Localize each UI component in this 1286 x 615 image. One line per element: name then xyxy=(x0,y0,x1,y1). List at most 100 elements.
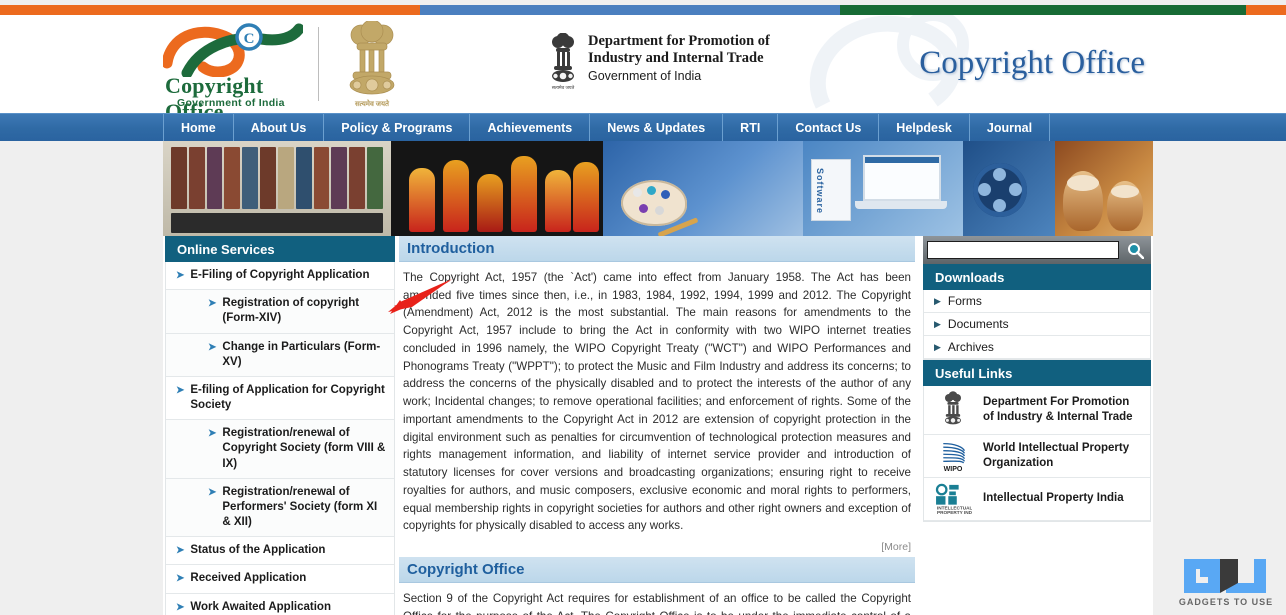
sidebar-item-status-of-application[interactable]: ➤ Status of the Application xyxy=(166,537,394,566)
ip-india-logo-icon: INTELLECTUAL PROPERTY INDIA xyxy=(932,483,974,515)
useful-link-ip-india[interactable]: INTELLECTUAL PROPERTY INDIA Intellectual… xyxy=(924,478,1150,521)
useful-link-label: Intellectual Property India xyxy=(983,492,1124,505)
chevron-right-icon: ▶ xyxy=(934,341,941,352)
svg-text:WIPO: WIPO xyxy=(944,466,963,472)
useful-links-title: Useful Links xyxy=(923,360,1151,386)
svg-text:C: C xyxy=(244,31,255,47)
nav-item-policy[interactable]: Policy & Programs xyxy=(324,114,471,142)
arrow-icon: ➤ xyxy=(176,270,185,281)
online-services-list: ➤ E-Filing of Copyright Application ➤ Re… xyxy=(165,262,395,615)
banner-art-palette-image xyxy=(603,141,803,236)
header-divider xyxy=(318,27,319,101)
copyright-office-body: Section 9 of the Copyright Act requires … xyxy=(403,592,911,615)
stripe-saffron xyxy=(0,5,420,15)
nav-item-rti[interactable]: RTI xyxy=(723,114,779,142)
nav-item-helpdesk[interactable]: Helpdesk xyxy=(879,114,970,142)
arrow-icon: ➤ xyxy=(176,601,185,613)
dpiit-line-3: Government of India xyxy=(588,69,702,83)
right-sidebar: Downloads ▶ Forms ▶ Documents ▶ Archives xyxy=(923,236,1151,615)
useful-link-label: Department For Promotion of Industry & I… xyxy=(983,395,1133,423)
downloads-item-label: Forms xyxy=(947,294,982,308)
nav-list: Home About Us Policy & Programs Achievem… xyxy=(163,114,1051,142)
arrow-icon: ➤ xyxy=(208,428,217,440)
online-services-panel: Online Services ➤ E-Filing of Copyright … xyxy=(165,236,395,615)
nav-item-contact-us[interactable]: Contact Us xyxy=(778,114,880,142)
sidebar-item-efiling-copyright-application[interactable]: ➤ E-Filing of Copyright Application xyxy=(166,262,394,291)
useful-link-label: World Intellectual Property Organization xyxy=(983,441,1130,469)
banner-tabla-image xyxy=(1055,141,1153,236)
page-root: C Copyright Office Government of India स… xyxy=(0,0,1286,615)
nav-item-journal[interactable]: Journal xyxy=(970,114,1051,142)
search-input[interactable] xyxy=(927,241,1119,259)
downloads-title: Downloads xyxy=(923,264,1151,290)
sidebar-item-label: Work Awaited Application xyxy=(190,600,331,613)
downloads-item-forms[interactable]: ▶ Forms xyxy=(924,290,1150,313)
sidebar-item-label: Registration/renewal of Performers' Soci… xyxy=(222,485,378,529)
search-bar xyxy=(923,236,1151,264)
content-wrapper: Software Online Services ➤ E-Filing of C… xyxy=(163,141,1153,615)
sidebar-item-label: Registration of copyright (Form-XIV) xyxy=(222,297,360,325)
search-button[interactable] xyxy=(1123,239,1147,261)
svg-text:सत्यमेव जयते: सत्यमेव जयते xyxy=(552,84,575,90)
banner-software-image: Software xyxy=(803,141,963,236)
sidebar-item-label: Status of the Application xyxy=(190,544,326,557)
copyright-swoosh-icon: C xyxy=(163,23,303,77)
stripe-saffron-right xyxy=(1246,5,1286,15)
downloads-item-label: Archives xyxy=(947,340,994,354)
emblem-motto: सत्यमेव जयते xyxy=(354,101,390,108)
sidebar-item-work-awaited-application[interactable]: ➤ Work Awaited Application xyxy=(166,593,394,615)
main-navigation: Home About Us Policy & Programs Achievem… xyxy=(0,113,1286,142)
useful-link-wipo[interactable]: WIPO World Intellectual Property Organiz… xyxy=(924,435,1150,478)
main-content: Introduction The Copyright Act, 1957 (th… xyxy=(399,236,915,615)
downloads-item-label: Documents xyxy=(947,317,1009,331)
arrow-icon: ➤ xyxy=(208,298,217,310)
useful-links-list: Department For Promotion of Industry & I… xyxy=(923,386,1151,522)
sidebar-item-received-application[interactable]: ➤ Received Application xyxy=(166,565,394,594)
copyright-office-logo[interactable]: C Copyright Office Government of India xyxy=(163,23,313,113)
nav-item-home[interactable]: Home xyxy=(163,114,234,142)
logo-subtitle: Government of India xyxy=(177,97,285,109)
watermark-label: GADGETS TO USE xyxy=(1178,597,1274,607)
chevron-right-icon: ▶ xyxy=(934,318,941,329)
downloads-item-documents[interactable]: ▶ Documents xyxy=(924,313,1150,336)
online-services-title: Online Services xyxy=(165,236,395,262)
useful-link-dpiit[interactable]: Department For Promotion of Industry & I… xyxy=(924,386,1150,435)
copyright-office-heading: Copyright Office xyxy=(399,557,915,584)
gtu-logo-icon xyxy=(1184,559,1266,593)
sidebar-item-efiling-copyright-society[interactable]: ➤ E-filing of Application for Copyright … xyxy=(166,376,394,421)
gadgets-to-use-watermark: GADGETS TO USE xyxy=(1174,553,1278,609)
dpiit-line-1: Department for Promotion of xyxy=(588,33,770,49)
sidebar-item-label: E-Filing of Copyright Application xyxy=(190,269,370,281)
nav-item-achievements[interactable]: Achievements xyxy=(470,114,591,142)
dpiit-line-2: Industry and Internal Trade xyxy=(588,50,764,66)
sidebar-item-registration-renewal-copyright-society[interactable]: ➤ Registration/renewal of Copyright Soci… xyxy=(166,420,394,479)
chevron-right-icon: ▶ xyxy=(934,295,941,306)
search-icon xyxy=(1127,242,1144,259)
stripe-blue xyxy=(420,5,840,15)
ashoka-emblem-gold-icon: सत्यमेव जयते xyxy=(333,19,411,109)
sidebar-item-label: Change in Particulars (Form-XV) xyxy=(222,340,381,368)
sidebar-item-label: E-filing of Application for Copyright So… xyxy=(190,383,385,412)
downloads-item-archives[interactable]: ▶ Archives xyxy=(924,336,1150,359)
banner-books-image xyxy=(163,141,391,236)
nav-item-news[interactable]: News & Updates xyxy=(590,114,724,142)
svg-text:PROPERTY INDIA: PROPERTY INDIA xyxy=(937,510,972,515)
hero-banner: Software xyxy=(163,141,1153,236)
arrow-icon: ➤ xyxy=(208,341,217,353)
arrow-icon: ➤ xyxy=(176,545,185,557)
nav-item-about-us[interactable]: About Us xyxy=(234,114,325,142)
sidebar-item-registration-renewal-performers-society[interactable]: ➤ Registration/renewal of Performers' So… xyxy=(166,478,394,538)
sidebar-item-label: Registration/renewal of Copyright Societ… xyxy=(222,427,386,470)
arrow-icon: ➤ xyxy=(176,573,185,585)
more-link[interactable]: [More] xyxy=(399,539,915,557)
sidebar-item-label: Received Application xyxy=(190,572,307,585)
wipo-logo-icon: WIPO xyxy=(932,440,974,472)
banner-film-reel-image xyxy=(963,141,1055,236)
stripe-green xyxy=(840,5,1246,15)
downloads-list: ▶ Forms ▶ Documents ▶ Archives xyxy=(923,290,1151,360)
sidebar-item-registration-of-copyright[interactable]: ➤ Registration of copyright (Form-XIV) xyxy=(166,290,394,334)
sidebar-item-change-in-particulars[interactable]: ➤ Change in Particulars (Form-XV) xyxy=(166,333,394,377)
banner-dancers-image xyxy=(391,141,603,236)
ashoka-emblem-icon: सत्यमेव जयते xyxy=(552,33,575,90)
site-header: C Copyright Office Government of India स… xyxy=(0,15,1286,113)
